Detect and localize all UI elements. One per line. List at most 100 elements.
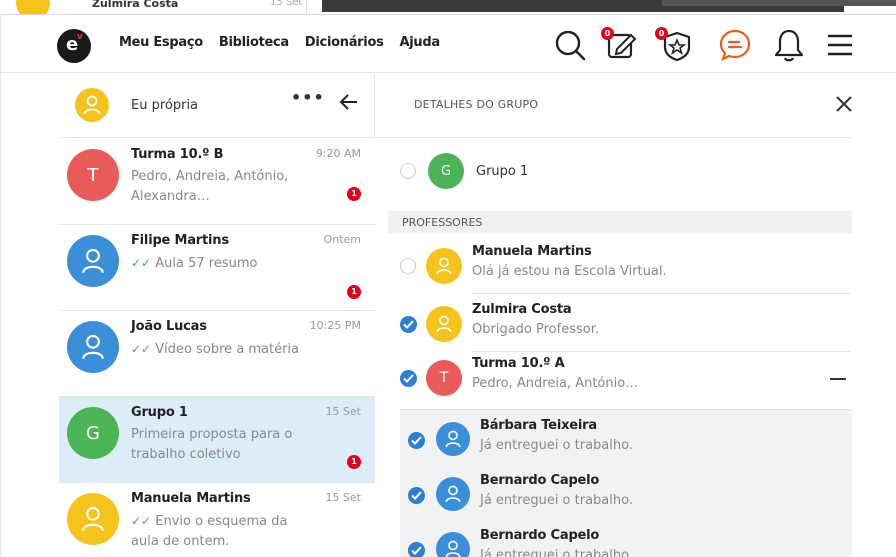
bell-icon[interactable] xyxy=(771,25,807,65)
member-radio[interactable] xyxy=(400,258,416,274)
user-avatar-icon xyxy=(436,477,470,511)
user-avatar-icon xyxy=(67,235,119,287)
group-name: Grupo 1 xyxy=(476,164,529,179)
background-dark-panel xyxy=(322,0,896,12)
escola-virtual-logo[interactable]: ev xyxy=(57,29,91,63)
member-row[interactable]: Manuela Martins Olá já estou na Escola V… xyxy=(376,236,852,294)
conversation-time: Ontem xyxy=(323,233,361,246)
conversation-item-active[interactable]: G Grupo 1 Primeira proposta para o traba… xyxy=(59,397,375,483)
user-avatar-icon xyxy=(67,321,119,373)
conversation-preview-row: ✓✓ Vídeo sobre a matéria xyxy=(131,339,311,360)
conversation-time: 15 Set xyxy=(325,405,361,418)
details-title: DETALHES DO GRUPO xyxy=(414,98,539,111)
nav-biblioteca[interactable]: Biblioteca xyxy=(219,35,289,50)
student-message: Já entreguei o trabalho. xyxy=(480,438,633,453)
member-message: Olá já estou na Escola Virtual. xyxy=(472,264,667,279)
top-header: ev Meu Espaço Biblioteca Dicionários Aju… xyxy=(1,15,896,73)
badge-shield-icon[interactable]: 0 xyxy=(655,25,695,65)
conversation-name: Grupo 1 xyxy=(131,405,188,420)
conversation-name: Filipe Martins xyxy=(131,233,229,248)
main-nav: Meu Espaço Biblioteca Dicionários Ajuda xyxy=(119,35,440,50)
conversation-preview: Pedro, Andreia, António, Alexandra… xyxy=(131,169,289,204)
checked-icon[interactable] xyxy=(400,316,417,333)
member-name: Zulmira Costa xyxy=(472,302,572,317)
section-label: PROFESSORES xyxy=(402,216,483,229)
member-name: Manuela Martins xyxy=(472,244,592,259)
group-avatar: G xyxy=(428,153,464,189)
shield-badge: 0 xyxy=(655,27,668,40)
unread-badge: 1 xyxy=(347,187,361,201)
conversation-name: Manuela Martins xyxy=(131,491,251,506)
checked-icon[interactable] xyxy=(400,370,417,387)
user-avatar-icon xyxy=(426,248,462,284)
nav-meu-espaco[interactable]: Meu Espaço xyxy=(119,35,203,50)
student-row[interactable]: Bernardo Capelo Já entreguei o trabalho. xyxy=(400,465,852,520)
current-user-row: Eu própria ••• xyxy=(59,74,375,138)
student-row[interactable]: Bernardo Capelo Já entreguei o trabalho. xyxy=(400,520,852,557)
messages-window: ev Meu Espaço Biblioteca Dicionários Aju… xyxy=(0,14,896,557)
close-icon[interactable] xyxy=(834,94,854,114)
background-contact-name: Zulmira Costa xyxy=(92,0,179,10)
menu-icon[interactable] xyxy=(823,25,859,65)
conversation-name: João Lucas xyxy=(131,319,207,334)
unread-badge: 1 xyxy=(347,455,361,469)
collapse-icon[interactable] xyxy=(830,378,846,380)
user-avatar-icon xyxy=(436,532,470,557)
conversation-preview: Aula 57 resumo xyxy=(155,256,258,271)
student-row[interactable]: Bárbara Teixeira Já entreguei o trabalho… xyxy=(400,410,852,465)
student-message: Já entreguei o trabalho. xyxy=(480,548,633,557)
conversation-list-panel: Eu própria ••• T Turma 10.º B Pedro, And… xyxy=(1,74,375,557)
chat-icon[interactable] xyxy=(717,25,753,65)
read-ticks-icon: ✓✓ xyxy=(131,256,152,270)
student-name: Bernardo Capelo xyxy=(480,528,600,543)
checked-icon[interactable] xyxy=(408,542,425,557)
conversation-item[interactable]: T Turma 10.º B Pedro, Andreia, António, … xyxy=(59,139,375,225)
unread-badge: 1 xyxy=(347,285,361,299)
conversation-preview-row: ✓✓ Envio o esquema da aula de ontem. xyxy=(131,511,311,552)
background-window: Zulmira Costa 15 Set xyxy=(0,0,896,14)
group-row[interactable]: G Grupo 1 xyxy=(376,139,852,203)
professors-section-header: PROFESSORES xyxy=(388,211,852,233)
user-avatar-icon xyxy=(67,493,119,545)
current-user-avatar[interactable] xyxy=(75,88,109,122)
read-ticks-icon: ✓✓ xyxy=(131,342,152,356)
conversation-item[interactable]: João Lucas ✓✓ Vídeo sobre a matéria 10:2… xyxy=(59,311,375,397)
search-icon[interactable] xyxy=(553,25,589,65)
back-arrow-icon[interactable] xyxy=(337,90,361,114)
background-avatar xyxy=(16,0,50,14)
nav-dicionarios[interactable]: Dicionários xyxy=(305,35,384,50)
conversation-preview: Vídeo sobre a matéria xyxy=(155,342,300,357)
member-row[interactable]: Zulmira Costa Obrigado Professor. xyxy=(376,294,852,352)
details-header: DETALHES DO GRUPO xyxy=(376,74,852,138)
checked-icon[interactable] xyxy=(408,487,425,504)
conversation-item[interactable]: Filipe Martins ✓✓ Aula 57 resumo Ontem 1 xyxy=(59,225,375,311)
background-contact-date: 15 Set xyxy=(270,0,303,8)
member-avatar: T xyxy=(426,360,462,396)
member-message: Obrigado Professor. xyxy=(472,322,599,337)
user-avatar-icon xyxy=(426,306,462,342)
user-avatar-icon xyxy=(436,422,470,456)
current-user-label: Eu própria xyxy=(131,98,199,113)
student-message: Já entreguei o trabalho. xyxy=(480,493,633,508)
class-members-list: Bárbara Teixeira Já entreguei o trabalho… xyxy=(400,409,852,557)
nav-ajuda[interactable]: Ajuda xyxy=(400,35,441,50)
checked-icon[interactable] xyxy=(408,432,425,449)
member-message: Pedro, Andreia, António… xyxy=(472,376,639,391)
conversation-preview: Envio o esquema da aula de ontem. xyxy=(131,514,288,549)
group-radio[interactable] xyxy=(400,163,416,179)
conversation-item[interactable]: Manuela Martins ✓✓ Envio o esquema da au… xyxy=(59,483,375,557)
more-options-icon[interactable]: ••• xyxy=(291,88,325,107)
conversation-preview: Primeira proposta para o trabalho coleti… xyxy=(131,427,293,462)
conversation-time: 9:20 AM xyxy=(315,147,361,160)
member-row[interactable]: T Turma 10.º A Pedro, Andreia, António… xyxy=(376,348,852,406)
conversation-time: 15 Set xyxy=(325,491,361,504)
conversation-preview-row: ✓✓ Aula 57 resumo xyxy=(131,253,311,274)
edit-badge: 0 xyxy=(601,27,614,40)
conversation-avatar: G xyxy=(67,407,119,459)
student-name: Bernardo Capelo xyxy=(480,473,600,488)
group-details-panel: DETALHES DO GRUPO G Grupo 1 PROFESSORES … xyxy=(376,74,896,557)
edit-icon[interactable]: 0 xyxy=(601,25,639,65)
background-divider xyxy=(306,0,307,14)
member-name: Turma 10.º A xyxy=(472,356,565,371)
conversation-avatar: T xyxy=(67,149,119,201)
